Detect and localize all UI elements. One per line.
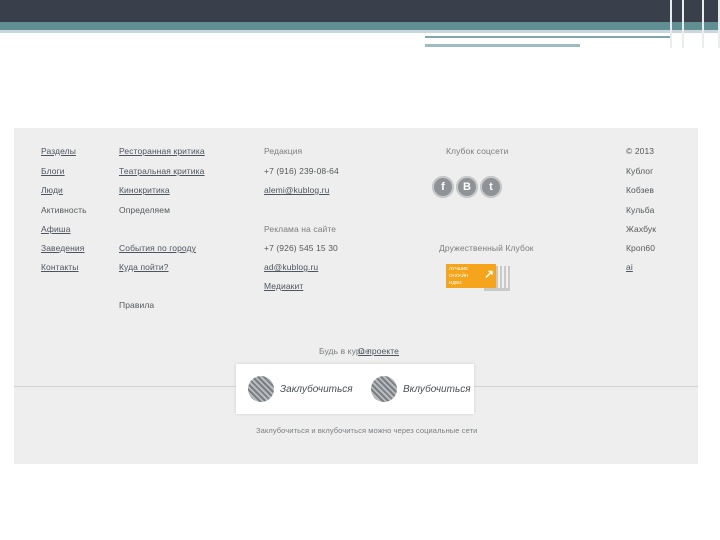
partner-title: Дружественный Клубок	[439, 243, 534, 253]
footer-link-restaurant-critic[interactable]: Ресторанная критика	[119, 146, 205, 156]
accent-line	[425, 36, 670, 38]
editorial-phone: +7 (916) 239-08-64	[264, 166, 339, 176]
ads-title: Реклама на сайте	[264, 224, 337, 234]
banner-line: ОНЛАЙН	[449, 273, 469, 278]
corner-decoration	[670, 0, 720, 48]
footer-link-where-to-go[interactable]: Куда пойти?	[119, 262, 169, 272]
footer-link-activity[interactable]: Активность	[41, 205, 87, 215]
footer-link-theatre-critic[interactable]: Театральная критика	[119, 166, 204, 176]
mediakit-link[interactable]: Медиакит	[264, 281, 303, 291]
footer-link-places[interactable]: Заведения	[41, 243, 84, 253]
slide-header-bar	[0, 0, 720, 22]
copyright: © 2013	[626, 146, 655, 156]
footer-link-define[interactable]: Определяем	[119, 205, 170, 215]
site-footer-screenshot: Разделы Блоги Люди Активность Афиша Заве…	[14, 128, 698, 464]
footer-link-film-critic[interactable]: Кинокритика	[119, 185, 170, 195]
social-title: Клубок соцсети	[446, 146, 509, 156]
banner-line: ИДЕИ	[449, 280, 462, 285]
footer-credit[interactable]: Кроп60	[626, 243, 655, 253]
arrow-icon: ↗	[484, 267, 495, 281]
footer-link-sections[interactable]: Разделы	[41, 146, 76, 156]
signup-button[interactable]: Вклубочиться	[371, 370, 471, 408]
partner-banner[interactable]: ЛУЧШИЕ ОНЛАЙН ИДЕИ ↗	[446, 264, 510, 291]
vkontakte-icon[interactable]: В	[456, 176, 478, 198]
yarn-ball-icon	[248, 376, 274, 402]
signup-button-label: Вклубочиться	[403, 383, 471, 395]
footer-link-afisha[interactable]: Афиша	[41, 224, 71, 234]
bottom-note: Заклубочиться и вклубочиться можно через…	[256, 426, 478, 435]
accent-line	[425, 44, 580, 47]
facebook-icon[interactable]: f	[432, 176, 454, 198]
footer-link-blogs[interactable]: Блоги	[41, 166, 65, 176]
login-button[interactable]: Заклубочиться	[248, 370, 353, 408]
footer-credit[interactable]: Кульба	[626, 205, 654, 215]
slide-accent-bar	[0, 22, 720, 30]
login-button-label: Заклубочиться	[280, 383, 353, 395]
ads-email-link[interactable]: ad@kublog.ru	[264, 262, 318, 272]
footer-credit[interactable]: ai	[626, 262, 633, 272]
footer-credit[interactable]: Кублог	[626, 166, 653, 176]
footer-link-people[interactable]: Люди	[41, 185, 63, 195]
banner-line: ЛУЧШИЕ	[449, 266, 469, 271]
footer-link-city-events[interactable]: События по городу	[119, 243, 196, 253]
about-project-link[interactable]: О проекте	[358, 346, 399, 356]
footer-link-contacts[interactable]: Контакты	[41, 262, 79, 272]
banner-stripes	[484, 266, 510, 291]
editorial-title: Редакция	[264, 146, 303, 156]
ads-phone: +7 (926) 545 15 30	[264, 243, 338, 253]
footer-credit[interactable]: Жахбук	[626, 224, 656, 234]
login-buttons-panel: Заклубочиться Вклубочиться	[236, 364, 474, 414]
footer-credit[interactable]: Кобзев	[626, 185, 654, 195]
yarn-ball-icon	[371, 376, 397, 402]
slide-accent-light-bar	[0, 30, 720, 33]
editorial-email-link[interactable]: alemi@kublog.ru	[264, 185, 329, 195]
footer-link-rules[interactable]: Правила	[119, 300, 154, 310]
twitter-icon[interactable]: t	[480, 176, 502, 198]
